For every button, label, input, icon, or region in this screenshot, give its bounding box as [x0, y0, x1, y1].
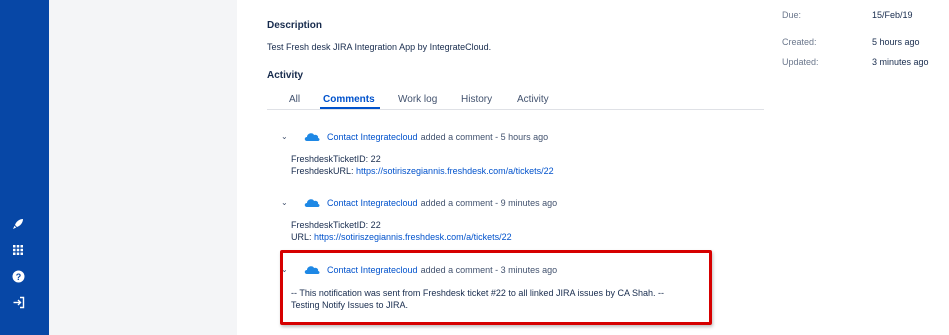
activity-heading: Activity [267, 70, 304, 81]
issue-main-content: Description Test Fresh desk JIRA Integra… [237, 0, 949, 335]
date-value: 5 hours ago [872, 37, 920, 47]
comment-header: ⌄ Contact Integratecloud added a comment… [281, 130, 548, 144]
app-switcher-icon[interactable] [10, 242, 26, 258]
description-heading: Description [267, 20, 323, 31]
tab-work-log[interactable]: Work log [398, 94, 437, 105]
tab-comments[interactable]: Comments [323, 94, 375, 105]
comment-meta: added a comment - 9 minutes ago [420, 198, 558, 208]
activity-tabs: All Comments Work log History Activity [267, 88, 764, 110]
ticket-link[interactable]: https://sotiriszegiannis.freshdesk.com/a… [356, 166, 554, 176]
comment-body: FreshdeskTicketID: 22 URL: https://sotir… [291, 219, 512, 243]
comment-line: FreshdeskTicketID: 22 [291, 154, 381, 164]
date-label: Updated: [782, 57, 819, 67]
comment-body: FreshdeskTicketID: 22 FreshdeskURL: http… [291, 153, 554, 177]
chevron-down-icon[interactable]: ⌄ [281, 133, 289, 141]
global-nav-rail: ? [0, 0, 49, 335]
comment-line: FreshdeskURL: https://sotiriszegiannis.f… [291, 165, 554, 177]
svg-text:?: ? [15, 272, 21, 282]
comment-line: URL: https://sotiriszegiannis.freshdesk.… [291, 231, 512, 243]
comment-header: ⌄ Contact Integratecloud added a comment… [281, 196, 557, 210]
highlight-annotation-box [280, 250, 712, 325]
comment-url-label: URL: [291, 232, 315, 242]
ticket-link[interactable]: https://sotiriszegiannis.freshdesk.com/a… [314, 232, 512, 242]
avatar [304, 199, 320, 207]
tab-activity[interactable]: Activity [517, 94, 549, 105]
comment-line: FreshdeskTicketID: 22 [291, 220, 381, 230]
tab-history[interactable]: History [461, 94, 492, 105]
chevron-down-icon[interactable]: ⌄ [281, 199, 289, 207]
date-label: Created: [782, 37, 817, 47]
date-value: 3 minutes ago [872, 57, 929, 67]
comment-url-label: FreshdeskURL: [291, 166, 357, 176]
active-tab-indicator [320, 107, 380, 109]
description-text: Test Fresh desk JIRA Integration App by … [267, 42, 492, 52]
rocket-icon[interactable] [10, 216, 26, 232]
comment-author-link[interactable]: Contact Integratecloud [327, 198, 418, 208]
date-label: Due: [782, 10, 802, 20]
project-sidebar [49, 0, 237, 335]
tab-all[interactable]: All [289, 94, 300, 105]
date-value: 15/Feb/19 [872, 10, 913, 20]
help-icon[interactable]: ? [10, 268, 26, 284]
comment-author-link[interactable]: Contact Integratecloud [327, 132, 418, 142]
logout-icon[interactable] [10, 294, 26, 310]
comment-meta: added a comment - 5 hours ago [420, 132, 549, 142]
avatar [304, 133, 320, 141]
